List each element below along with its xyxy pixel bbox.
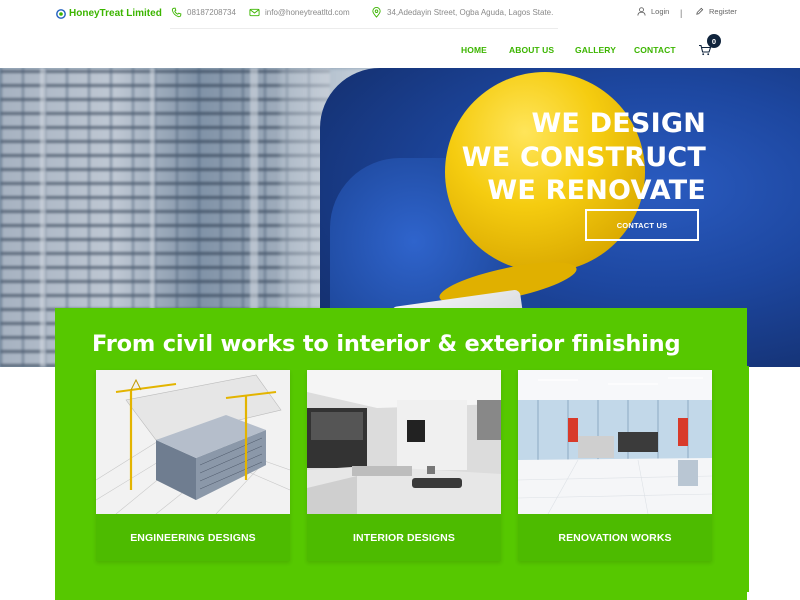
auth-separator: | (680, 8, 683, 18)
engineering-illustration (96, 370, 290, 514)
hero-headline-3: WE RENOVATE (487, 175, 706, 206)
location-icon (372, 7, 381, 18)
login-link[interactable]: Login (637, 7, 669, 16)
logo-icon (56, 8, 66, 19)
renovation-works-label: RENOVATION WORKS (558, 531, 672, 544)
interior-illustration (307, 370, 501, 514)
top-bar: HoneyTreat Limited 08187208734 info@hone… (0, 0, 800, 29)
service-card-engineering[interactable]: ENGINEERING DESIGNS (96, 370, 290, 561)
engineering-designs-label: ENGINEERING DESIGNS (130, 531, 256, 544)
hero-headline-1: WE DESIGN (531, 108, 706, 139)
brand-name: HoneyTreat Limited (69, 8, 162, 19)
contact-us-button[interactable]: CONTACT US (585, 209, 699, 241)
service-card-renovation[interactable]: RENOVATION WORKS (518, 370, 712, 561)
cart-count-badge: 0 (707, 34, 721, 48)
renovation-illustration (518, 370, 712, 514)
nav-about-us[interactable]: ABOUT US (509, 45, 554, 55)
building-column (40, 68, 46, 367)
address-text: 34,Adedayin Street, Ogba Aguda, Lagos St… (387, 8, 554, 17)
services-title: From civil works to interior & exterior … (92, 331, 681, 357)
email-address: info@honeytreatltd.com (265, 8, 350, 17)
register-label: Register (709, 7, 737, 16)
interior-designs-label: INTERIOR DESIGNS (353, 531, 455, 544)
email-contact[interactable]: info@honeytreatltd.com (249, 7, 350, 18)
pen-icon (696, 7, 704, 15)
phone-contact[interactable]: 08187208734 (171, 7, 236, 18)
phone-icon (171, 7, 182, 18)
interior-image (307, 370, 501, 514)
phone-number: 08187208734 (187, 8, 236, 17)
engineering-image (96, 370, 290, 514)
logo[interactable]: HoneyTreat Limited (56, 8, 162, 19)
main-nav: HOME ABOUT US GALLERY CONTACT (0, 45, 800, 59)
hero-headline-2: WE CONSTRUCT (461, 142, 706, 173)
register-link[interactable]: Register (695, 7, 737, 16)
nav-contact[interactable]: CONTACT (634, 45, 676, 55)
page: HoneyTreat Limited 08187208734 info@hone… (0, 0, 800, 600)
user-icon (637, 7, 646, 16)
nav-home[interactable]: HOME (461, 45, 487, 55)
address-contact: 34,Adedayin Street, Ogba Aguda, Lagos St… (371, 7, 553, 18)
login-label: Login (651, 7, 670, 16)
top-divider (170, 28, 558, 29)
service-card-interior[interactable]: INTERIOR DESIGNS (307, 370, 501, 561)
nav-gallery[interactable]: GALLERY (575, 45, 616, 55)
email-icon (249, 8, 260, 17)
renovation-image (518, 370, 712, 514)
